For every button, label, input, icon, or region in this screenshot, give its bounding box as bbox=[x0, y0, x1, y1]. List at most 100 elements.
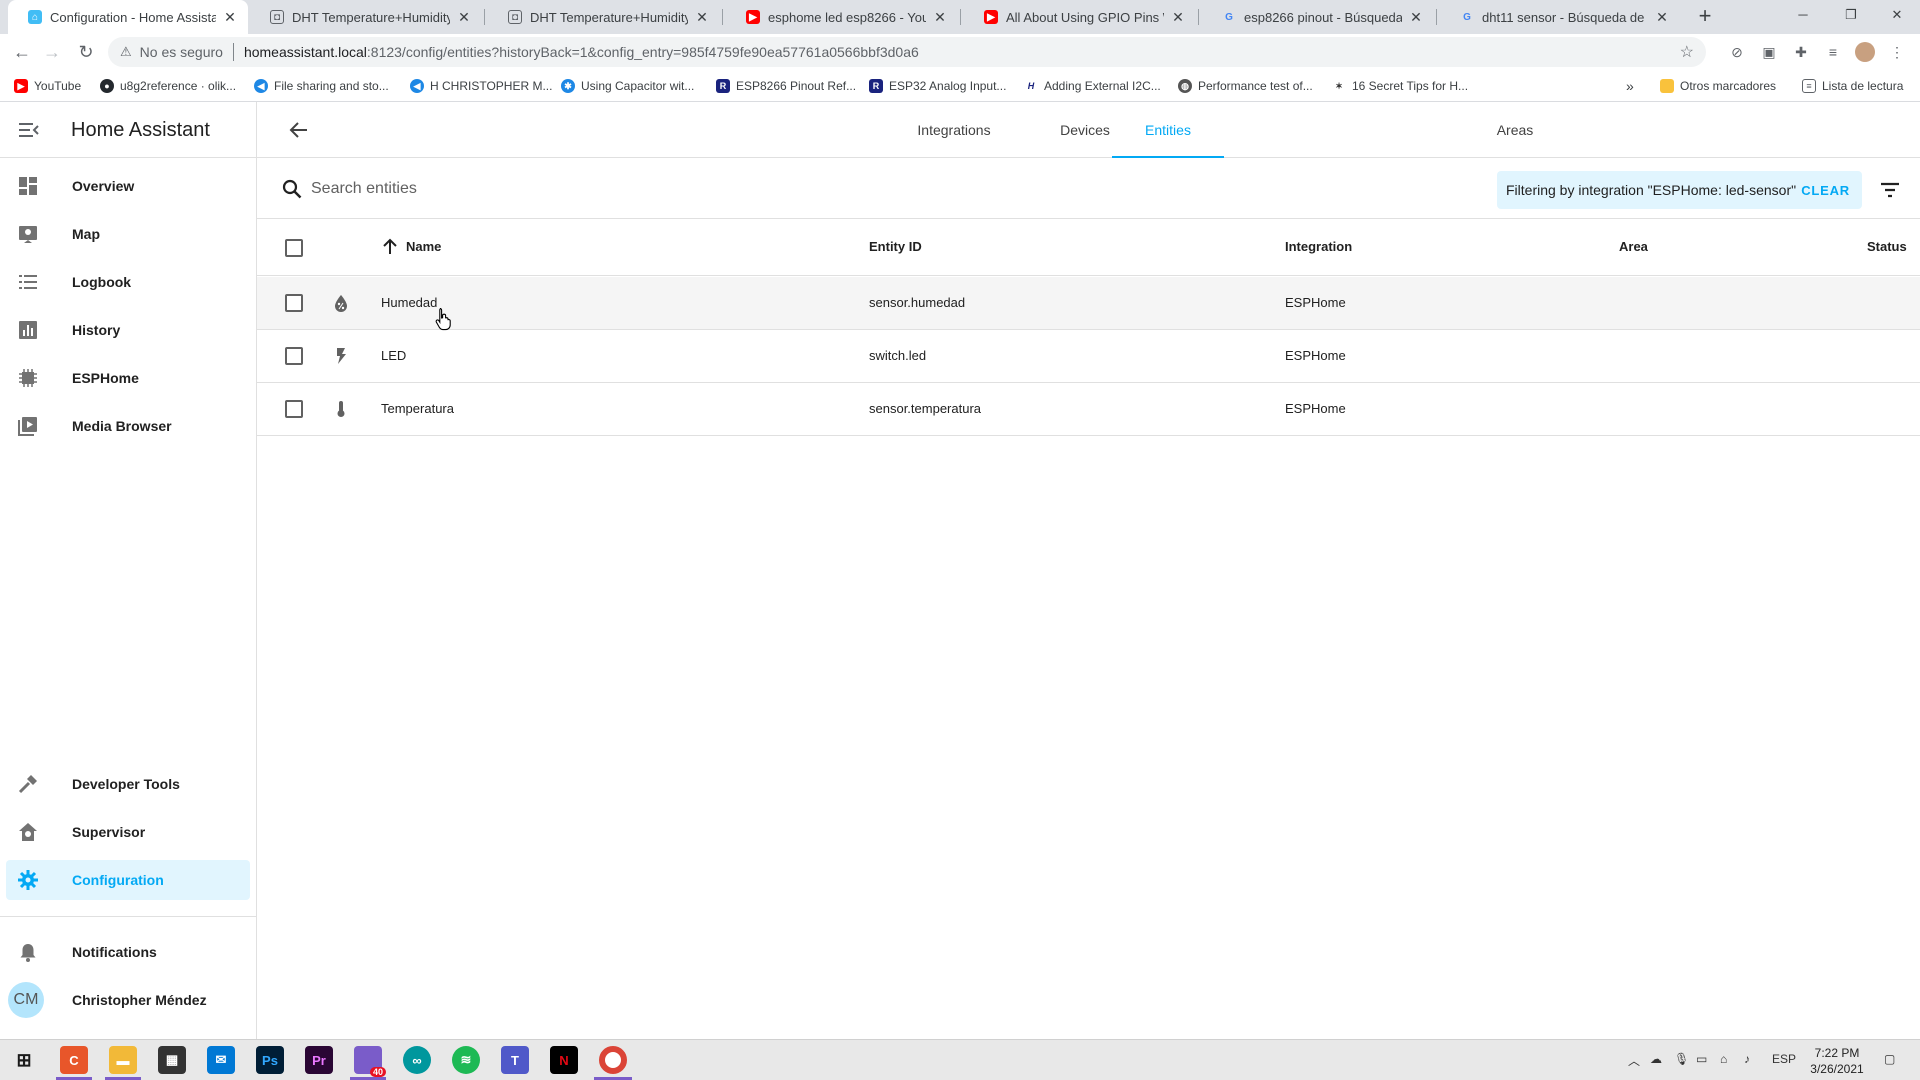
blocker-extension-icon[interactable]: ⊘ bbox=[1727, 42, 1747, 62]
sidebar-item-notifications[interactable]: Notifications bbox=[6, 932, 250, 972]
new-tab-button[interactable]: + bbox=[1692, 4, 1718, 30]
bookmark-item[interactable]: ◀ File sharing and sto... bbox=[254, 77, 389, 95]
close-tab-icon[interactable]: ✕ bbox=[456, 9, 472, 26]
language-indicator[interactable]: ESP bbox=[1772, 1052, 1796, 1066]
tray-overflow-icon[interactable]: ︿ bbox=[1628, 1052, 1640, 1069]
sidebar-item-media-browser[interactable]: Media Browser bbox=[6, 406, 250, 446]
premiere-icon[interactable]: Pr bbox=[305, 1046, 333, 1074]
bookmark-item[interactable]: R ESP8266 Pinout Ref... bbox=[716, 77, 856, 95]
column-header-integration[interactable]: Integration bbox=[1285, 239, 1352, 254]
sidebar-item-esphome[interactable]: ESPHome bbox=[6, 358, 250, 398]
app-with-badge-icon[interactable]: 40 bbox=[354, 1046, 386, 1077]
sidebar-item-user-profile[interactable]: CM Christopher Méndez bbox=[6, 980, 250, 1020]
row-checkbox[interactable] bbox=[285, 400, 303, 418]
netflix-icon[interactable]: N bbox=[550, 1046, 578, 1074]
more-bookmarks-button[interactable]: » bbox=[1626, 77, 1634, 95]
column-header-status[interactable]: Status bbox=[1867, 239, 1907, 254]
filter-icon[interactable] bbox=[1879, 179, 1901, 201]
close-tab-icon[interactable]: ✕ bbox=[1654, 9, 1670, 26]
chrome-icon[interactable] bbox=[599, 1046, 627, 1074]
column-header-area[interactable]: Area bbox=[1619, 239, 1648, 254]
profile-avatar-icon[interactable] bbox=[1855, 42, 1875, 62]
puzzle-extensions-icon[interactable]: ✚ bbox=[1791, 42, 1811, 62]
tab-integrations[interactable]: Integrations bbox=[884, 102, 1024, 158]
sort-ascending-icon[interactable] bbox=[381, 237, 399, 255]
windows-start-icon[interactable]: ⊞ bbox=[10, 1046, 38, 1074]
media-control-icon[interactable]: ≡ bbox=[1823, 42, 1843, 62]
store-icon[interactable]: ▦ bbox=[158, 1046, 186, 1074]
url-path[interactable]: :8123/config/entities?historyBack=1&conf… bbox=[367, 44, 919, 60]
reading-list-button[interactable]: ≡ Lista de lectura bbox=[1802, 77, 1903, 95]
select-all-checkbox[interactable] bbox=[285, 239, 303, 257]
minimize-icon[interactable]: ─ bbox=[1780, 0, 1826, 30]
spotify-icon[interactable]: ≋ bbox=[452, 1046, 480, 1074]
browser-tab[interactable]: ⌂ Configuration - Home Assistant ✕ bbox=[8, 0, 248, 34]
bookmark-item[interactable]: ✶ 16 Secret Tips for H... bbox=[1332, 77, 1468, 95]
reload-icon[interactable]: ↻ bbox=[72, 38, 100, 66]
bookmark-item[interactable]: ▶ YouTube bbox=[14, 77, 81, 95]
menu-icon[interactable] bbox=[18, 120, 40, 140]
file-explorer-icon[interactable]: ▬ bbox=[109, 1046, 137, 1074]
app-icon[interactable]: C bbox=[60, 1046, 88, 1074]
table-row[interactable]: LED switch.led ESPHome bbox=[257, 330, 1920, 383]
sidebar-item-logbook[interactable]: Logbook bbox=[6, 262, 250, 302]
network-icon[interactable]: ⌂ bbox=[1720, 1052, 1727, 1066]
tab-areas[interactable]: Areas bbox=[1469, 102, 1561, 158]
tab-entities[interactable]: Entities bbox=[1112, 102, 1224, 158]
action-center-icon[interactable]: ▢ bbox=[1884, 1052, 1895, 1066]
bookmark-item[interactable]: R ESP32 Analog Input... bbox=[869, 77, 1006, 95]
row-checkbox[interactable] bbox=[285, 294, 303, 312]
back-arrow-icon[interactable] bbox=[287, 118, 311, 142]
restore-icon[interactable]: ❐ bbox=[1828, 0, 1874, 30]
bookmark-item[interactable]: ● u8g2reference · olik... bbox=[100, 77, 236, 95]
bookmark-item[interactable]: ◍ Performance test of... bbox=[1178, 77, 1313, 95]
sidebar-item-overview[interactable]: Overview bbox=[6, 166, 250, 206]
extension-icon[interactable]: ▣ bbox=[1759, 42, 1779, 62]
close-tab-icon[interactable]: ✕ bbox=[694, 9, 710, 26]
close-tab-icon[interactable]: ✕ bbox=[222, 9, 238, 26]
window-close-icon[interactable]: ✕ bbox=[1874, 0, 1920, 30]
microphone-icon[interactable]: 🎙 bbox=[1674, 1052, 1689, 1066]
back-icon[interactable]: ← bbox=[8, 38, 36, 66]
battery-icon[interactable]: ▭ bbox=[1696, 1052, 1707, 1066]
browser-menu-icon[interactable]: ⋮ bbox=[1887, 42, 1907, 62]
browser-tab[interactable]: G esp8266 pinout - Búsqueda de G ✕ bbox=[1202, 0, 1434, 34]
sidebar-item-developer-tools[interactable]: Developer Tools bbox=[6, 764, 250, 804]
forward-icon[interactable]: → bbox=[38, 38, 66, 66]
search-input[interactable] bbox=[311, 173, 811, 205]
volume-icon[interactable]: ♪ bbox=[1744, 1052, 1750, 1066]
onedrive-icon[interactable]: ☁ bbox=[1650, 1052, 1662, 1066]
bookmark-item[interactable]: ◀ H CHRISTOPHER M... bbox=[410, 77, 552, 95]
browser-tab[interactable]: ◘ DHT Temperature+Humidity Sen ✕ bbox=[250, 0, 482, 34]
mail-icon[interactable]: ✉ bbox=[207, 1046, 235, 1074]
teams-icon[interactable]: T bbox=[501, 1046, 529, 1074]
browser-tab[interactable]: ▶ esphome led esp8266 - YouTube ✕ bbox=[726, 0, 958, 34]
bookmark-item[interactable]: ✱ Using Capacitor wit... bbox=[561, 77, 694, 95]
sidebar-item-configuration[interactable]: Configuration bbox=[6, 860, 250, 900]
close-tab-icon[interactable]: ✕ bbox=[1170, 9, 1186, 26]
clear-filter-button[interactable]: CLEAR bbox=[1801, 183, 1850, 198]
photoshop-icon[interactable]: Ps bbox=[256, 1046, 284, 1074]
clock[interactable]: 7:22 PM 3/26/2021 bbox=[1802, 1045, 1872, 1077]
sidebar-item-map[interactable]: Map bbox=[6, 214, 250, 254]
row-checkbox[interactable] bbox=[285, 347, 303, 365]
browser-tab[interactable]: G dht11 sensor - Búsqueda de Goo ✕ bbox=[1440, 0, 1680, 34]
url-host[interactable]: homeassistant.local bbox=[244, 44, 367, 60]
sidebar-item-supervisor[interactable]: Supervisor bbox=[6, 812, 250, 852]
table-row[interactable]: Humedad sensor.humedad ESPHome bbox=[257, 277, 1920, 330]
sidebar-item-history[interactable]: History bbox=[6, 310, 250, 350]
bookmark-star-icon[interactable]: ☆ bbox=[1680, 42, 1694, 62]
warning-icon[interactable]: ⚠ bbox=[120, 44, 132, 60]
browser-tab[interactable]: ◘ DHT Temperature+Humidity Sen ✕ bbox=[488, 0, 720, 34]
close-tab-icon[interactable]: ✕ bbox=[1408, 9, 1424, 26]
arduino-icon[interactable]: ∞ bbox=[403, 1046, 431, 1074]
table-row[interactable]: Temperatura sensor.temperatura ESPHome bbox=[257, 383, 1920, 436]
close-tab-icon[interactable]: ✕ bbox=[932, 9, 948, 26]
address-bar[interactable]: ⚠ No es seguro homeassistant.local:8123/… bbox=[108, 37, 1706, 67]
security-label[interactable]: No es seguro bbox=[140, 44, 223, 60]
bookmark-item[interactable]: H Adding External I2C... bbox=[1024, 77, 1161, 95]
column-header-name[interactable]: Name bbox=[406, 239, 441, 254]
column-header-entity-id[interactable]: Entity ID bbox=[869, 239, 922, 254]
other-bookmarks-folder[interactable]: Otros marcadores bbox=[1660, 77, 1776, 95]
browser-tab[interactable]: ▶ All About Using GPIO Pins With E ✕ bbox=[964, 0, 1196, 34]
